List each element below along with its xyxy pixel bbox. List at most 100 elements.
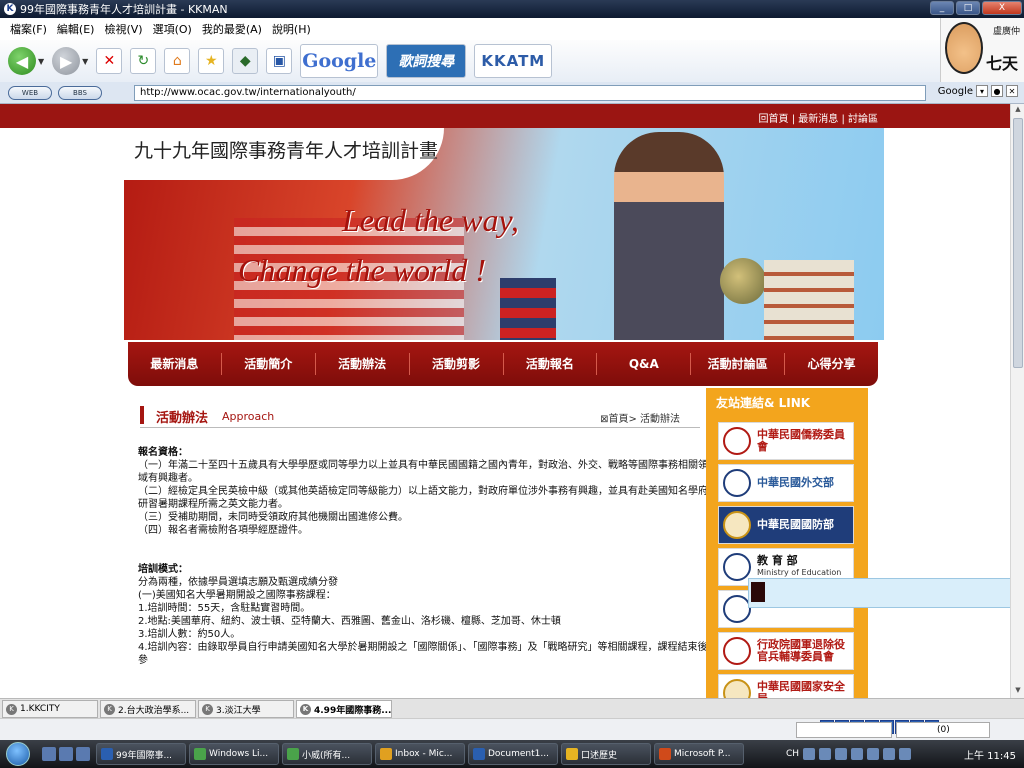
plugin-icon[interactable]: ◆ — [232, 48, 259, 74]
site-banner: 九十九年國際事務青年人才培訓計畫 Lead the way, Change th… — [124, 128, 884, 340]
language-indicator[interactable]: CH — [786, 749, 799, 759]
tray-icon[interactable] — [867, 748, 880, 760]
popup-icon — [751, 582, 765, 602]
google-search-button[interactable]: Google — [300, 44, 379, 78]
security-zone-indicator[interactable] — [796, 722, 892, 738]
powerpoint-icon — [659, 748, 671, 760]
scroll-up-icon[interactable]: ▲ — [1013, 105, 1023, 115]
cube-icon[interactable]: ▣ — [266, 48, 293, 74]
taskbar-item-inbox[interactable]: Inbox - Mic... — [375, 743, 465, 765]
zoom-indicator[interactable]: (0) — [896, 722, 990, 738]
tray-icon[interactable] — [883, 748, 896, 760]
nav-intro[interactable]: 活動簡介 — [222, 353, 316, 375]
search-go-icon[interactable]: ● — [991, 85, 1003, 97]
volume-icon[interactable] — [899, 748, 912, 760]
tray-icon[interactable] — [819, 748, 832, 760]
mail-icon — [380, 748, 392, 760]
tab-icon: K — [104, 703, 115, 715]
book-stack-image — [764, 260, 854, 340]
browser-icon — [101, 748, 113, 760]
nav-photos[interactable]: 活動剪影 — [410, 353, 504, 375]
nav-forum[interactable]: 活動討論區 — [691, 353, 786, 375]
close-button[interactable]: X — [982, 1, 1022, 15]
window-titlebar: K 99年國際事務青年人才培訓計畫 - KKMAN _ □ X — [0, 0, 1024, 18]
nav-qa[interactable]: Q&A — [597, 353, 692, 375]
tab-kkcity[interactable]: K 1.KKCITY — [2, 700, 98, 718]
stop-icon[interactable]: ✕ — [96, 48, 123, 74]
tab-international-affairs[interactable]: K 4.99年國際事務... — [296, 700, 392, 718]
back-arrow-icon[interactable]: ◀ — [8, 47, 36, 75]
favorites-folder-icon[interactable]: ★ — [198, 48, 225, 74]
system-tray: CH 上午 11:45 — [780, 740, 1024, 768]
site-top-strip: 回首頁 | 最新消息 | 討論區 — [0, 104, 1010, 128]
url-input[interactable]: http://www.ocac.gov.tw/internationalyout… — [134, 85, 926, 101]
breadcrumb[interactable]: ⊠首頁> 活動辦法 — [600, 410, 680, 425]
taskbar-item-oral-history[interactable]: 口述歷史 — [561, 743, 651, 765]
system-clock[interactable]: 上午 11:45 — [964, 747, 1016, 762]
paragraph: （四）報名者需檢附各項學經歷證件。 — [138, 525, 308, 536]
address-search-label: Google — [937, 85, 973, 97]
show-desktop-icon[interactable] — [42, 747, 56, 761]
lyric-search-button[interactable]: 歌詞搜尋 — [386, 44, 467, 78]
word-icon — [473, 748, 485, 760]
taskbar-item-document[interactable]: Document1... — [468, 743, 558, 765]
tray-icon[interactable] — [851, 748, 864, 760]
slogan-line-2: Change the world ! — [238, 252, 486, 288]
paragraph: 4.培訓內容：由錄取學員自行申請美國知名大學於暑期開設之「國際關係」、「國際事務… — [138, 642, 706, 666]
switch-windows-icon[interactable] — [59, 747, 73, 761]
slogan-line-1: Lead the way, — [342, 202, 519, 238]
menu-help[interactable]: 說明(H) — [272, 21, 311, 37]
refresh-icon[interactable]: ↻ — [130, 48, 157, 74]
link-overseas-compatriot[interactable]: 中華民國僑務委員會 — [718, 422, 854, 460]
close-addressbar-icon[interactable]: ✕ — [1006, 85, 1018, 97]
web-mode-button[interactable]: WEB — [8, 85, 52, 100]
paragraph: （三）受補助期間，未同時受領政府其他機關出國進修公費。 — [138, 512, 408, 523]
menu-favorites[interactable]: 我的最愛(A) — [202, 21, 262, 37]
taskbar-item-kkman[interactable]: 99年國際事... — [96, 743, 186, 765]
scroll-thumb[interactable] — [1013, 118, 1023, 368]
kkatm-button[interactable]: KKATM — [474, 44, 553, 78]
bbs-mode-button[interactable]: BBS — [58, 85, 102, 100]
menu-edit[interactable]: 編輯(E) — [57, 21, 95, 37]
user-avatar-panel[interactable]: 盧廣仲 七天 — [940, 18, 1024, 82]
menu-file[interactable]: 檔案(F) — [10, 21, 47, 37]
maximize-button[interactable]: □ — [956, 1, 980, 15]
nav-approach[interactable]: 活動辦法 — [316, 353, 410, 375]
menu-options[interactable]: 選項(O) — [153, 21, 192, 37]
link-foreign-affairs[interactable]: 中華民國外交部 — [718, 464, 854, 502]
section-title-en: Approach — [222, 410, 275, 423]
quick-launch — [42, 747, 90, 761]
quick-launch-icon[interactable] — [76, 747, 90, 761]
back-dropdown-icon[interactable]: ▼ — [38, 57, 44, 66]
nav-latest-news[interactable]: 最新消息 — [128, 353, 222, 375]
tab-ntu-political[interactable]: K 2.台大政治學系... — [100, 700, 196, 718]
site-nav: 最新消息 活動簡介 活動辦法 活動剪影 活動報名 Q&A 活動討論區 心得分享 — [128, 342, 878, 386]
windows-logo-icon — [6, 742, 30, 766]
paragraph: 2.地點:美國華府、紐約、波士頓、亞特蘭大、西雅圖、舊金山、洛杉磯、檀縣、芝加哥… — [138, 616, 561, 627]
search-options-icon[interactable]: ▾ — [976, 85, 988, 97]
start-button[interactable] — [0, 740, 36, 768]
link-national-security[interactable]: 中華民國國家安全局 — [718, 674, 854, 698]
paragraph: （二）經檢定具全民英檢中級（或其他英語檢定同等級能力）以上語文能力，對政府單位涉… — [138, 486, 706, 510]
floating-popup[interactable] — [748, 578, 1024, 608]
taskbar-item-windows-live[interactable]: Windows Li... — [189, 743, 279, 765]
scroll-down-icon[interactable]: ▼ — [1013, 686, 1023, 696]
site-top-links[interactable]: 回首頁 | 最新消息 | 討論區 — [759, 110, 878, 125]
tray-icon[interactable] — [803, 748, 816, 760]
taskbar-item-chat[interactable]: 小威(所有... — [282, 743, 372, 765]
link-veterans-affairs[interactable]: 行政院國軍退除役官兵輔導委員會 — [718, 632, 854, 670]
forward-arrow-icon[interactable]: ▶ — [52, 47, 81, 75]
tab-tamkang[interactable]: K 3.淡江大學 — [198, 700, 294, 718]
forward-dropdown-icon[interactable]: ▼ — [82, 57, 88, 66]
link-national-defense[interactable]: 中華民國國防部 — [718, 506, 854, 544]
home-icon[interactable]: ⌂ — [164, 48, 191, 74]
tray-icon[interactable] — [835, 748, 848, 760]
minimize-button[interactable]: _ — [930, 1, 954, 15]
nav-sharing[interactable]: 心得分享 — [785, 353, 878, 375]
taskbar-item-powerpoint[interactable]: Microsoft P... — [654, 743, 744, 765]
kkman-app-icon: K — [4, 3, 16, 15]
page-scrollbar[interactable]: ▲ ▼ — [1010, 104, 1024, 698]
menu-view[interactable]: 檢視(V) — [104, 21, 142, 37]
nav-register[interactable]: 活動報名 — [504, 353, 598, 375]
books-image — [500, 278, 556, 340]
